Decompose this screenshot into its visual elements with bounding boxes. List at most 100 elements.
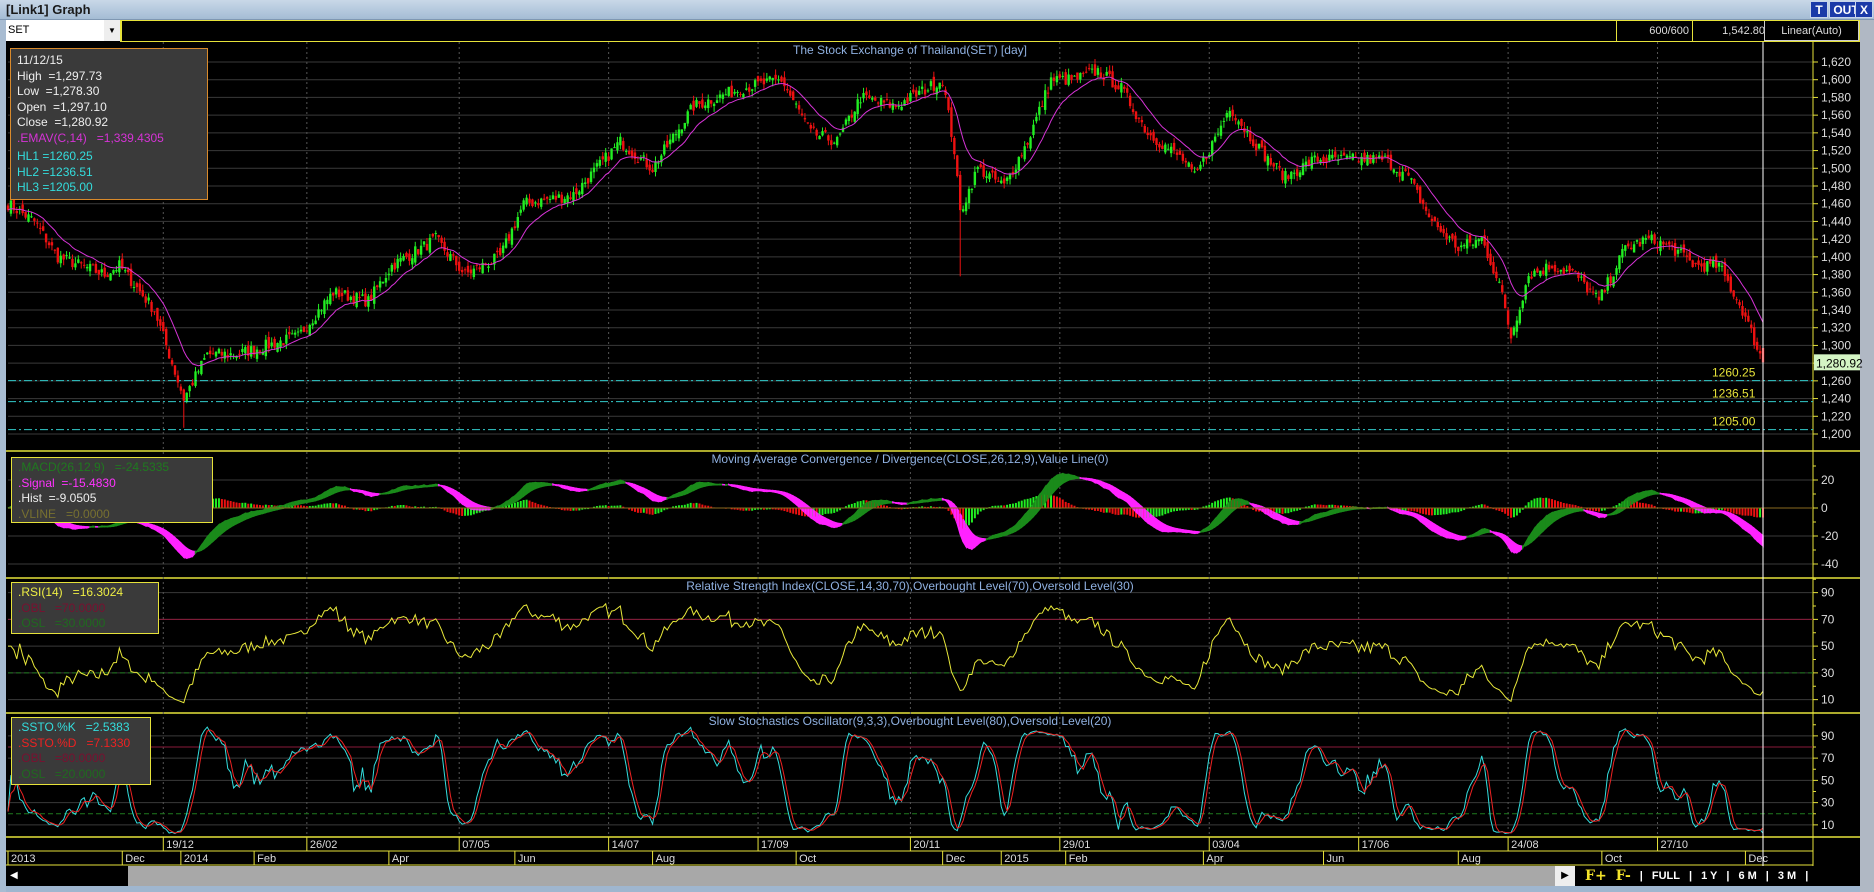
period-6m-button[interactable]: 6 M <box>1738 870 1756 882</box>
macd-histogram-bar <box>1507 508 1510 516</box>
candle-up <box>750 89 754 91</box>
macd-histogram-bar <box>455 508 458 515</box>
candle-down <box>1486 241 1489 259</box>
macd-histogram-bar <box>1281 508 1284 514</box>
candle-down <box>994 171 997 180</box>
candle-down <box>554 195 558 200</box>
candle-up <box>613 147 616 149</box>
candle-down <box>1046 92 1050 94</box>
candle-down <box>507 234 511 241</box>
candle-down <box>150 301 153 312</box>
candle-up <box>1090 68 1094 70</box>
candle-down <box>815 129 818 136</box>
candle-down <box>607 156 610 161</box>
candle-down <box>1571 268 1574 271</box>
x-tick-label-month: Feb <box>1069 853 1088 865</box>
candle-down <box>1442 228 1445 234</box>
candle-up <box>1410 178 1413 180</box>
candle-down <box>1495 271 1498 279</box>
candle-up <box>1055 76 1059 83</box>
macd-histogram-bar <box>1501 508 1504 513</box>
candle-down <box>1735 299 1738 301</box>
candle-down <box>1747 315 1750 322</box>
candle-up <box>1199 164 1202 170</box>
macd-histogram-bar <box>968 508 971 526</box>
macd-histogram-bar <box>449 508 452 513</box>
candle-down <box>956 155 959 177</box>
macd-histogram-bar <box>1105 508 1108 513</box>
macd-histogram-bar <box>1117 508 1120 516</box>
chart-canvas[interactable]: 1,620 1,600 1,580 1,560 1,540 1,520 1,500 1,480… <box>0 0 1874 892</box>
macd-histogram-bar <box>1682 508 1685 512</box>
x-tick-label-month: 2013 <box>11 853 35 865</box>
candle-up <box>689 104 692 110</box>
candle-up <box>132 286 136 288</box>
macd-histogram-bar <box>642 508 645 513</box>
macd-histogram-bar <box>1425 508 1428 515</box>
candle-up <box>1460 245 1463 248</box>
info-rsi-osl: .OSL =30.0000 <box>18 616 106 630</box>
candle-up <box>668 139 672 145</box>
candle-down <box>1489 253 1492 265</box>
candle-up <box>381 281 385 284</box>
candle-up <box>118 260 121 273</box>
candle-up <box>551 195 555 200</box>
macd-histogram-bar <box>1454 508 1457 513</box>
period-full-button[interactable]: FULL <box>1652 870 1680 882</box>
candle-up <box>1237 121 1240 125</box>
candle-down <box>560 194 563 203</box>
macd-histogram-bar <box>1433 508 1436 516</box>
candle-down <box>1196 168 1199 170</box>
candle-down <box>1588 288 1592 290</box>
zoom-in-button[interactable]: F+ <box>1585 868 1607 884</box>
candle-down <box>1547 265 1551 270</box>
candle-up <box>519 209 522 213</box>
candle-down <box>302 326 306 332</box>
candle-down <box>809 125 812 129</box>
candle-down <box>458 261 461 271</box>
scroll-left-button[interactable]: ◀ <box>6 866 128 886</box>
candle-down <box>425 243 429 251</box>
scroll-right-button[interactable]: ▶ <box>1555 866 1575 886</box>
horizontal-scrollbar[interactable]: ◀ ▶ F+ F- | FULL | 1 Y | 6 M | 3 M | <box>6 866 1860 886</box>
candle-up <box>988 173 991 180</box>
candle-up <box>1032 124 1035 136</box>
candle-down <box>332 292 335 296</box>
candle-up <box>320 310 323 312</box>
candle-up <box>197 371 200 373</box>
macd-histogram-bar <box>856 501 859 509</box>
macd-histogram-bar <box>798 508 801 516</box>
candle-down <box>1685 255 1689 257</box>
y-tick-label: 1,300 <box>1821 338 1851 352</box>
y-tick-label: 1,360 <box>1821 285 1851 299</box>
candle-up <box>745 88 748 90</box>
candle-down <box>179 386 183 391</box>
period-3m-button[interactable]: 3 M <box>1778 870 1796 882</box>
price-info-box: 11/12/15 High =1,297.73 Low =1,278.30 Open … <box>10 48 208 200</box>
candle-down <box>531 199 534 207</box>
candle-down <box>126 269 130 273</box>
candle-up <box>856 99 859 115</box>
macd-histogram-bar <box>976 508 979 515</box>
candle-up <box>1339 154 1343 156</box>
candle-down <box>941 84 944 86</box>
info-hl2: HL2 =1236.51 <box>17 164 93 179</box>
macd-histogram-bar <box>1512 508 1515 518</box>
candle-up <box>707 99 710 109</box>
candle-down <box>82 264 86 266</box>
candle-up <box>777 79 780 81</box>
zoom-out-button[interactable]: F- <box>1616 868 1631 884</box>
x-tick-label-month: Apr <box>392 853 409 865</box>
macd-histogram-bar <box>1129 508 1132 516</box>
candle-down <box>885 99 889 101</box>
candle-up <box>1079 72 1082 80</box>
candle-down <box>1542 270 1545 275</box>
candle-down <box>651 169 654 172</box>
y-tick-label: 1,380 <box>1821 268 1851 282</box>
candle-down <box>1231 109 1234 117</box>
y-tick-label: 1,220 <box>1821 409 1851 423</box>
period-1y-button[interactable]: 1 Y <box>1701 870 1717 882</box>
candle-up <box>1301 163 1305 175</box>
candle-down <box>1591 291 1595 293</box>
candle-down <box>947 96 950 111</box>
